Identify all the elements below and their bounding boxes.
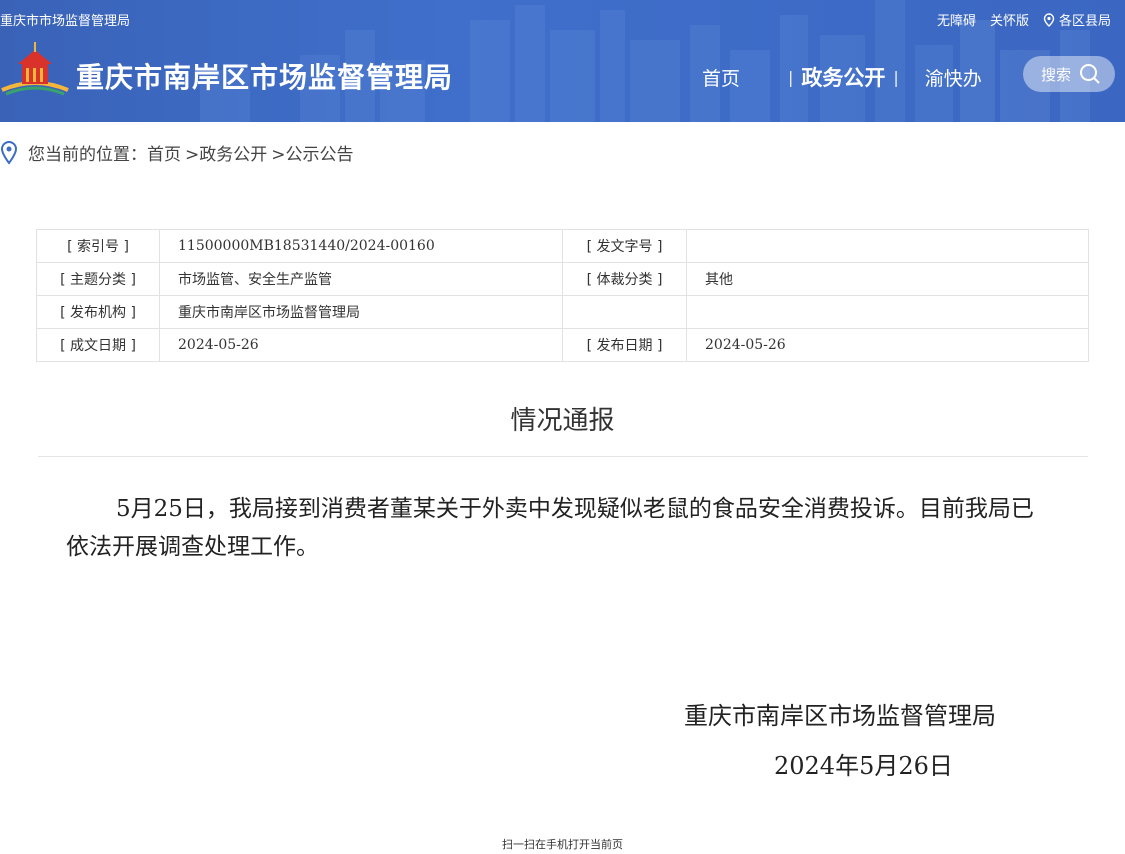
genre-value: 其他 [686,262,1089,296]
nav-home[interactable]: 首页 [702,64,740,91]
search-icon [1080,64,1100,84]
empty-cell [562,295,687,329]
qr-scan-tip[interactable]: 扫一扫在手机打开当前页 [0,836,1125,852]
breadcrumb-announcements[interactable]: >公示公告 [271,140,353,165]
index-label: [ 索引号 ] [36,229,160,263]
top-links: 无障碍 关怀版 各区县局 [937,10,1111,29]
signature-date: 2024年5月26日 [774,752,953,780]
table-row: [ 成文日期 ] 2024-05-26 [ 发布日期 ] 2024-05-26 [36,328,1089,362]
accessible-link[interactable]: 无障碍 [937,10,976,29]
nav-divider: | [893,67,899,87]
table-row: [ 主题分类 ] 市场监管、安全生产监管 [ 体裁分类 ] 其他 [36,262,1089,296]
nav-gov-affairs[interactable]: 政务公开 [801,62,885,92]
breadcrumb-home[interactable]: 首页 [147,140,181,165]
care-mode-link[interactable]: 关怀版 [990,10,1029,29]
document-meta-table: [ 索引号 ] 11500000MB18531440/2024-00160 [ … [36,229,1089,362]
breadcrumb-gov-affairs[interactable]: >政务公开 [185,140,267,165]
empty-cell [686,295,1089,329]
breadcrumb-prefix: 您当前的位置： [28,145,147,165]
emblem-logo-icon[interactable] [0,38,70,98]
location-pin-icon [0,140,18,165]
main-nav: 首页 | 政务公开 | 渝快办 [702,62,982,92]
header-banner: 重庆市市场监督管理局 无障碍 关怀版 各区县局 重庆市南岸区市场监督管理局 首页… [0,0,1125,122]
location-pin-icon [1043,12,1055,27]
parent-site-name[interactable]: 重庆市市场监督管理局 [0,10,130,29]
org-value: 重庆市南岸区市场监督管理局 [159,295,563,329]
org-label: [ 发布机构 ] [36,295,160,329]
districts-label: 各区县局 [1058,14,1111,29]
article-body: 5月25日，我局接到消费者董某关于外卖中发现疑似老鼠的食品安全消费投诉。目前我局… [66,496,1034,560]
signature-org: 重庆市南岸区市场监督管理局 [684,702,996,730]
article-title: 情况通报 [510,406,615,436]
districts-link[interactable]: 各区县局 [1043,10,1111,29]
genre-label: [ 体裁分类 ] [562,262,687,296]
topic-label: [ 主题分类 ] [36,262,160,296]
created-date-value: 2024-05-26 [159,328,563,362]
table-row: [ 索引号 ] 11500000MB18531440/2024-00160 [ … [36,229,1089,263]
title-divider [38,456,1088,457]
search-button[interactable]: 搜索 [1023,56,1115,92]
created-date-label: [ 成文日期 ] [36,328,160,362]
search-label: 搜索 [1041,65,1072,84]
doc-no-value [686,229,1089,263]
nav-yukuaiban[interactable]: 渝快办 [925,64,982,91]
topic-value: 市场监管、安全生产监管 [159,262,563,296]
doc-no-label: [ 发文字号 ] [562,229,687,263]
breadcrumb: 您当前的位置： 首页 >政务公开 >公示公告 [0,140,354,165]
site-title[interactable]: 重庆市南岸区市场监督管理局 [76,56,453,96]
table-row: [ 发布机构 ] 重庆市南岸区市场监督管理局 [36,295,1089,329]
published-date-value: 2024-05-26 [686,328,1089,362]
nav-divider: | [788,67,794,87]
published-date-label: [ 发布日期 ] [562,328,687,362]
index-value: 11500000MB18531440/2024-00160 [159,229,563,263]
